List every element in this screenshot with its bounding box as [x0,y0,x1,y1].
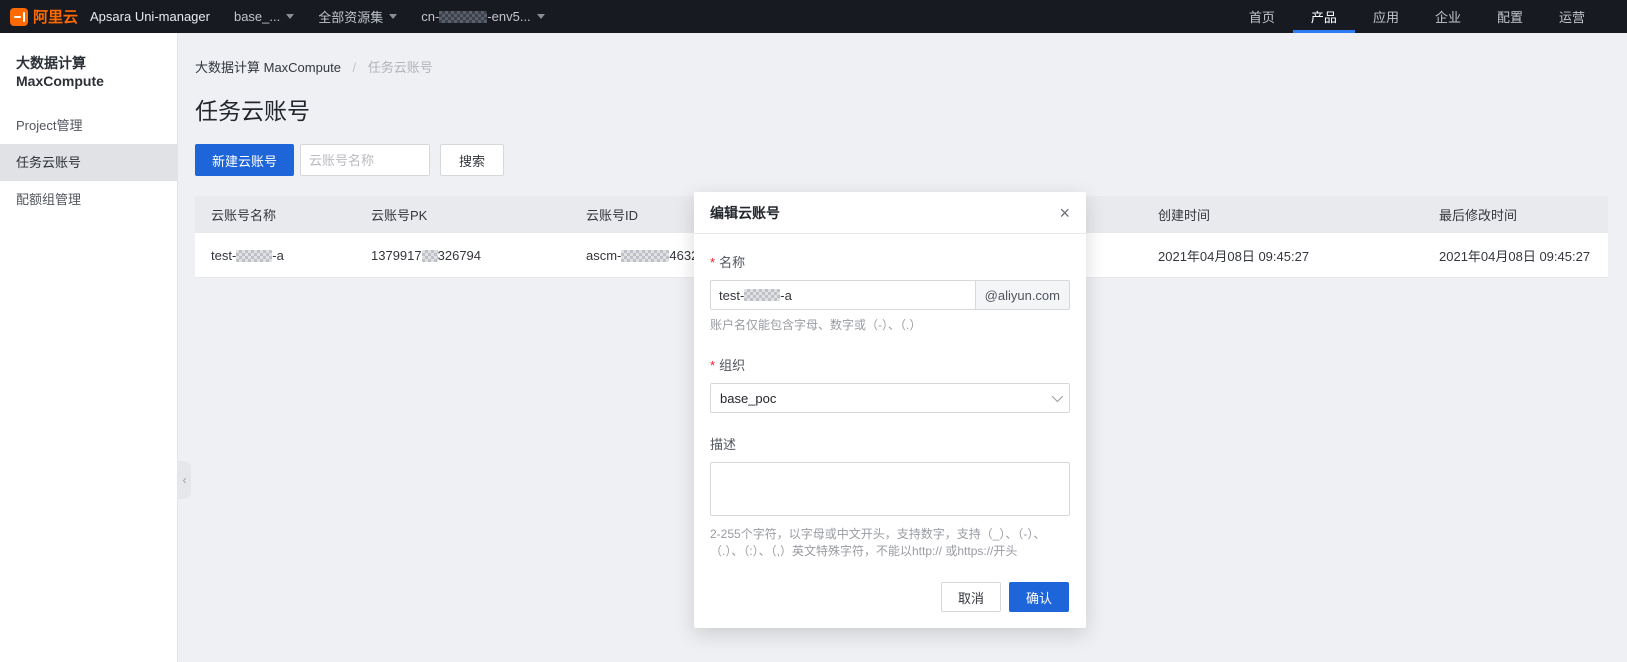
censored-region-segment [439,10,488,23]
org-dropdown[interactable]: base_... [222,0,306,33]
organization-field-label: * 组织 [710,358,746,373]
required-asterisk: * [710,358,716,373]
aliyun-logo-text: 阿里云 [33,9,79,26]
modal-header: 编辑云账号 × [694,192,1086,234]
header-created-time: 创建时间 [1158,208,1211,223]
resource-set-dropdown[interactable]: 全部资源集 [306,0,409,33]
account-name-search-input[interactable] [300,144,431,176]
description-field-label: 描述 [710,437,737,452]
header-account-name: 云账号名称 [211,208,277,223]
cell-account-pk: 1379917 326794 [371,247,482,263]
aliyun-logo-icon [10,7,28,26]
name-field-label: * 名称 [710,255,746,270]
sidebar-item-project-management[interactable]: Project管理 [0,107,177,144]
region-label-suffix: -env5... [487,9,531,24]
sidebar-item-quota-group[interactable]: 配额组管理 [0,181,177,218]
search-button[interactable]: 搜索 [440,144,505,176]
topnav-config[interactable]: 配置 [1479,0,1541,33]
breadcrumb-current: 任务云账号 [367,60,433,75]
header-modified-time: 最后修改时间 [1439,208,1518,223]
collapse-icon: ‹ [182,473,187,487]
organization-select-value: base_poc [720,390,777,406]
name-help-text: 账户名仅能包含字母、数字或（-）、（.） [710,318,922,332]
caret-down-icon [536,14,545,19]
organization-select[interactable]: base_poc [710,383,1070,413]
new-cloud-account-button[interactable]: 新建云账号 [195,144,295,176]
name-input-group: test- -a @aliyun.com [710,280,1070,310]
edit-cloud-account-modal: 编辑云账号 × * 名称 test- -a @aliyun.com 账户名仅能包含字… [694,192,1086,628]
sidebar-item-task-cloud-account[interactable]: 任务云账号 [0,144,177,181]
confirm-button[interactable]: 确认 [1008,582,1069,612]
sidebar-collapse-handle[interactable]: ‹ [178,461,191,499]
cell-created-time: 2021年04月08日 09:45:27 [1158,248,1310,264]
page-title: 任务云账号 [195,98,310,124]
caret-down-icon [389,14,398,19]
censored-input-segment [744,289,781,301]
censored-id-segment [621,249,670,262]
description-help-text: 2-255个字符，以字母或中文开头，支持数字，支持（_）、（-）、（.）、（:）… [710,527,1046,558]
description-textarea[interactable] [710,462,1070,516]
sidebar-title: 大数据计算 MaxCompute [16,55,104,89]
modal-body: * 名称 test- -a @aliyun.com 账户名仅能包含字母、数字或（-）… [694,234,1086,582]
topnav-application[interactable]: 应用 [1355,0,1417,33]
breadcrumb-separator: / [352,60,357,75]
caret-down-icon [286,14,295,19]
description-field: 描述 2-255个字符，以字母或中文开头，支持数字，支持（_）、（-）、（.）、… [710,434,1070,560]
region-label-prefix: cn- [421,9,440,24]
region-dropdown[interactable]: cn- -env5... [409,0,556,33]
resource-set-label: 全部资源集 [318,10,384,25]
header-account-pk: 云账号PK [371,208,428,223]
aliyun-domain-addon: @aliyun.com [975,280,1070,310]
topnav-enterprise[interactable]: 企业 [1417,0,1479,33]
close-icon[interactable]: × [1059,204,1070,222]
account-name-input[interactable]: test- -a [710,280,976,310]
breadcrumb: 大数据计算 MaxCompute / 任务云账号 [195,57,1608,76]
organization-field: * 组织 base_poc [710,355,1070,413]
cell-modified-time: 2021年04月08日 09:45:27 [1439,248,1591,264]
sidebar: 大数据计算 MaxCompute Project管理 任务云账号 配额组管理 [0,33,178,662]
topnav-product[interactable]: 产品 [1293,0,1355,33]
product-name: Apsara Uni-manager [90,9,210,24]
modal-footer: 取消 确认 [694,582,1086,628]
name-field: * 名称 test- -a @aliyun.com 账户名仅能包含字母、数字或（-）… [710,252,1070,334]
top-menu: 首页 产品 应用 企业 配置 运营 [1231,0,1627,33]
censored-pk-segment [421,249,438,262]
chevron-down-icon [1051,390,1064,403]
toolbar: 新建云账号 搜索 [195,144,1608,176]
topnav-operations[interactable]: 运营 [1541,0,1603,33]
cancel-button[interactable]: 取消 [940,582,1001,612]
org-dropdown-label: base_... [233,9,281,24]
cell-account-name: test- -a [211,247,284,263]
modal-title: 编辑云账号 [710,204,780,221]
censored-name-segment [236,249,273,262]
required-asterisk: * [710,255,716,270]
breadcrumb-root[interactable]: 大数据计算 MaxCompute [195,60,341,75]
topnav-home[interactable]: 首页 [1231,0,1293,33]
topbar: 阿里云 Apsara Uni-manager base_... 全部资源集 cn… [0,0,1627,33]
brand[interactable]: 阿里云 Apsara Uni-manager [0,0,222,33]
